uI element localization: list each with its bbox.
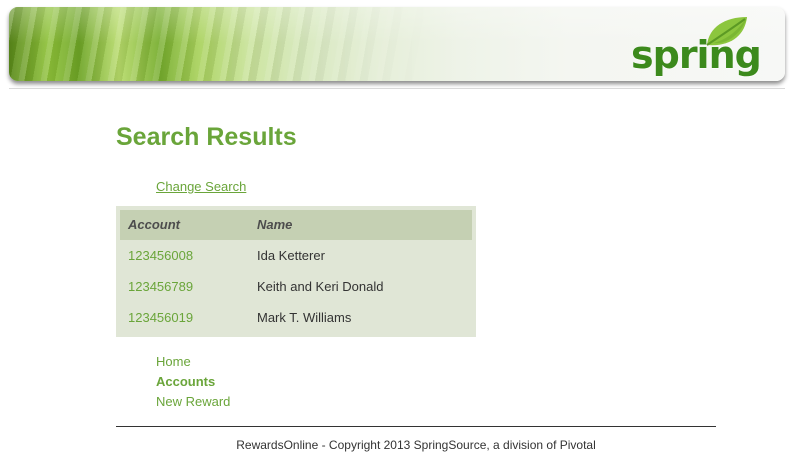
results-table: Account Name 123456008 Ida Ketterer 1234… [116, 206, 476, 337]
account-name: Keith and Keri Donald [257, 279, 384, 294]
logo-text: spring [631, 33, 762, 77]
nav-item-new-reward[interactable]: New Reward [156, 392, 230, 412]
account-name: Mark T. Williams [257, 310, 352, 325]
page-title: Search Results [116, 123, 297, 151]
table-row: 123456789 Keith and Keri Donald [116, 271, 476, 302]
nav-item-accounts[interactable]: Accounts [156, 372, 230, 392]
table-row: 123456008 Ida Ketterer [116, 240, 476, 271]
table-row: 123456019 Mark T. Williams [116, 302, 476, 333]
account-link[interactable]: 123456789 [128, 271, 193, 302]
column-header-account: Account [128, 217, 180, 232]
table-header: Account Name [120, 210, 472, 240]
header-banner: spring [9, 7, 785, 81]
change-search-link[interactable]: Change Search [156, 178, 246, 195]
footer-copyright: RewardsOnline - Copyright 2013 SpringSou… [236, 438, 596, 452]
bottom-nav: Home Accounts New Reward [156, 352, 230, 412]
account-name: Ida Ketterer [257, 248, 325, 263]
account-link[interactable]: 123456019 [128, 302, 193, 333]
account-link[interactable]: 123456008 [128, 240, 193, 271]
nav-item-home[interactable]: Home [156, 352, 230, 372]
spring-logo: spring [629, 13, 769, 77]
footer-divider [116, 426, 716, 427]
column-header-name: Name [257, 217, 293, 232]
header-divider [9, 88, 785, 89]
